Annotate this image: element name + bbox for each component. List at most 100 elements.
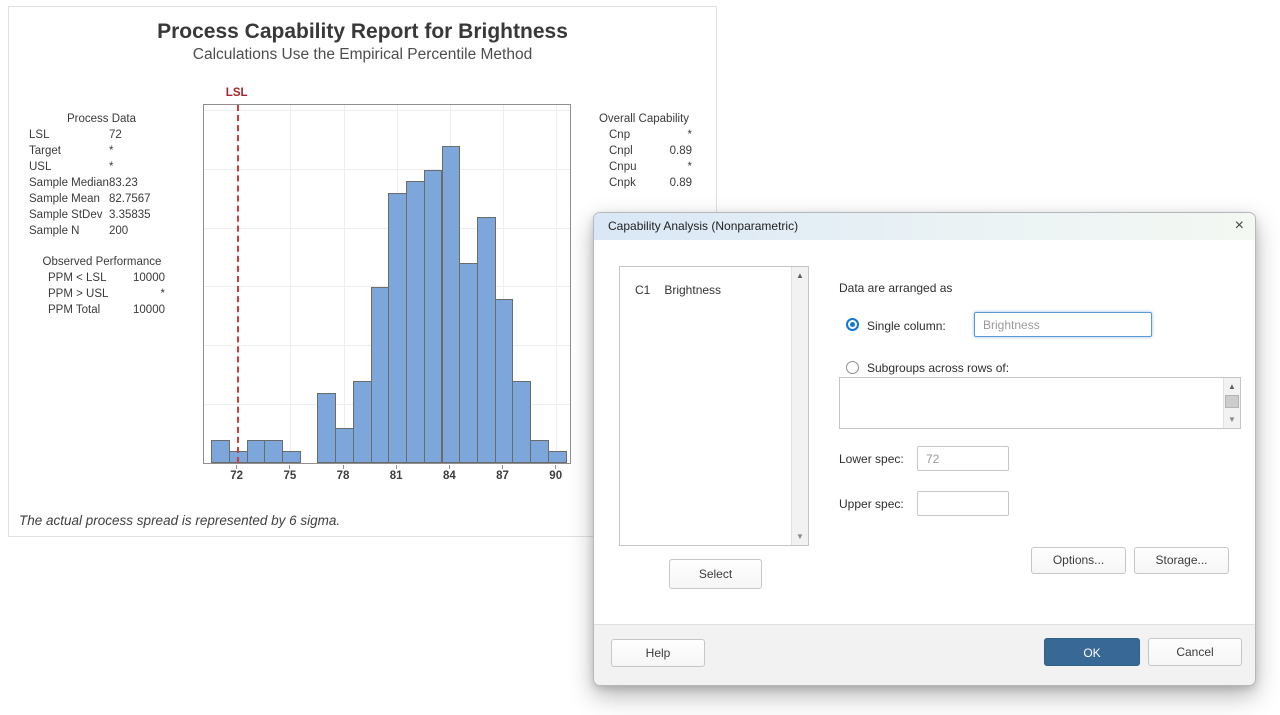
stat-value: 72 <box>109 127 122 143</box>
help-button[interactable]: Help <box>611 639 705 667</box>
stat-value: 0.89 <box>670 143 692 159</box>
scroll-down-icon[interactable]: ▼ <box>1224 411 1240 428</box>
observed-performance-title: Observed Performance <box>39 254 165 270</box>
scroll-down-icon[interactable]: ▼ <box>792 528 808 545</box>
lower-spec-label: Lower spec: <box>839 452 904 466</box>
histogram-bar <box>530 440 549 463</box>
stat-value: 0.89 <box>670 175 692 191</box>
stat-row: Cnp * <box>596 127 692 143</box>
histogram-plot <box>203 104 571 464</box>
stat-label: Cnpu <box>609 161 637 173</box>
histogram-bar <box>495 299 514 463</box>
histogram-bar <box>459 263 478 463</box>
stat-row: PPM > USL * <box>39 286 165 302</box>
listbox-scrollbar[interactable]: ▲ ▼ <box>791 267 808 545</box>
scrollbar-thumb[interactable] <box>1225 395 1239 408</box>
stat-value: 82.7567 <box>109 191 151 207</box>
x-tick-label: 75 <box>276 470 304 482</box>
histogram-bar <box>388 193 407 463</box>
stat-label: PPM Total <box>48 304 100 316</box>
x-tick-label: 81 <box>382 470 410 482</box>
subgroups-radio[interactable] <box>846 361 859 374</box>
stat-value: * <box>109 143 113 159</box>
grid-line-x <box>290 105 291 463</box>
upper-spec-input[interactable] <box>917 491 1009 516</box>
ok-button[interactable]: OK <box>1044 638 1140 666</box>
single-column-radio[interactable] <box>846 318 859 331</box>
stat-row: Cnpk 0.89 <box>596 175 692 191</box>
stat-row: Sample Mean82.7567 <box>29 191 174 207</box>
grid-line-y <box>204 110 570 111</box>
x-tick-mark <box>343 465 344 469</box>
scroll-up-icon[interactable]: ▲ <box>1224 378 1240 395</box>
data-arranged-label: Data are arranged as <box>839 281 952 295</box>
column-listbox[interactable]: C1 Brightness ▲ ▼ <box>619 266 809 546</box>
histogram-bar <box>548 451 567 463</box>
observed-performance-panel: Observed Performance PPM < LSL10000 PPM … <box>39 254 165 318</box>
x-tick-label: 84 <box>435 470 463 482</box>
dialog-titlebar[interactable]: Capability Analysis (Nonparametric) × <box>594 213 1255 240</box>
list-item[interactable]: C1 Brightness <box>620 267 808 297</box>
x-tick-mark <box>236 465 237 469</box>
stat-row: Cnpu * <box>596 159 692 175</box>
close-icon[interactable]: × <box>1235 213 1244 239</box>
stat-value: 200 <box>109 223 128 239</box>
capability-analysis-dialog: Capability Analysis (Nonparametric) × C1… <box>593 212 1256 686</box>
subgroups-label: Subgroups across rows of: <box>867 361 1009 375</box>
histogram-bar <box>406 181 425 463</box>
stat-row: Sample N 200 <box>29 223 174 239</box>
grid-line-y <box>204 169 570 170</box>
storage-button[interactable]: Storage... <box>1134 547 1229 574</box>
cancel-button[interactable]: Cancel <box>1148 638 1242 666</box>
stat-value: 83.23 <box>109 175 138 191</box>
histogram-bar <box>424 170 443 463</box>
stat-label: Target <box>29 145 61 157</box>
app-window: Process Capability Report for Brightness… <box>0 0 1280 715</box>
stat-row: USL * <box>29 159 174 175</box>
stat-label: Sample N <box>29 225 80 237</box>
x-tick-mark <box>289 465 290 469</box>
histogram-bar <box>512 381 531 463</box>
stat-label: PPM > USL <box>48 288 108 300</box>
single-column-input[interactable] <box>974 312 1152 337</box>
stat-row: PPM Total 10000 <box>39 302 165 318</box>
stat-value: * <box>161 286 165 302</box>
overall-capability-panel: Overall Capability Cnp* Cnpl0.89 Cnpu* C… <box>596 111 692 191</box>
scroll-up-icon[interactable]: ▲ <box>792 267 808 284</box>
options-button[interactable]: Options... <box>1031 547 1126 574</box>
histogram-bar <box>371 287 390 463</box>
lower-spec-input[interactable] <box>917 446 1009 471</box>
single-column-label: Single column: <box>867 319 946 333</box>
select-button[interactable]: Select <box>669 559 762 589</box>
report-subtitle: Calculations Use the Empirical Percentil… <box>9 46 716 64</box>
lsl-label: LSL <box>226 87 248 99</box>
stat-label: LSL <box>29 129 49 141</box>
histogram-bar <box>335 428 354 463</box>
stat-label: Cnpk <box>609 177 636 189</box>
subgroups-textarea[interactable]: ▲ ▼ <box>839 377 1241 429</box>
stat-label: Sample StDev <box>29 209 103 221</box>
process-data-panel: Process Data LSL72 Target* USL* Sample M… <box>29 111 174 239</box>
histogram-bar <box>353 381 372 463</box>
lsl-line <box>237 105 239 463</box>
stat-label: USL <box>29 161 51 173</box>
stat-value: 10000 <box>133 302 165 318</box>
histogram-bar <box>477 217 496 463</box>
stat-label: Cnp <box>609 129 630 141</box>
textarea-scrollbar[interactable]: ▲ ▼ <box>1223 378 1240 428</box>
stat-row: Cnpl0.89 <box>596 143 692 159</box>
stat-row: Target * <box>29 143 174 159</box>
x-tick-label: 78 <box>329 470 357 482</box>
stat-value: * <box>688 159 692 175</box>
x-tick-label: 90 <box>542 470 570 482</box>
histogram-bar <box>317 393 336 463</box>
stat-value: * <box>688 127 692 143</box>
stat-row: PPM < LSL10000 <box>39 270 165 286</box>
stat-label: Sample Median <box>29 177 109 189</box>
x-tick-mark <box>396 465 397 469</box>
histogram-bar <box>264 440 283 463</box>
column-id: C1 <box>635 283 661 297</box>
stat-row: LSL 72 <box>29 127 174 143</box>
stat-value: * <box>109 159 113 175</box>
x-axis-ticks: 72757881848790 <box>203 465 571 487</box>
